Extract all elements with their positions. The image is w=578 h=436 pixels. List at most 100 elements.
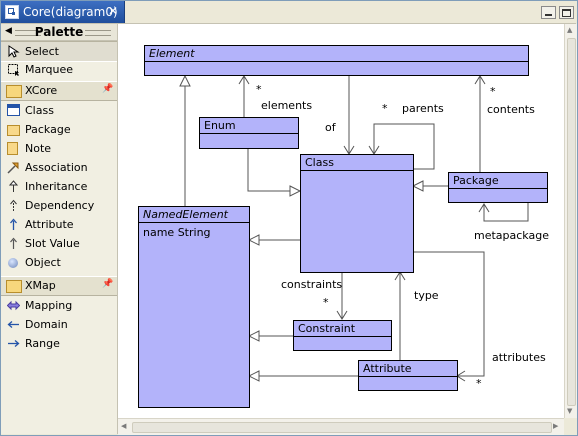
- scroll-right-icon[interactable]: ▶: [553, 422, 558, 430]
- multiplicity-label: *: [323, 296, 329, 309]
- class-header: Class: [301, 155, 413, 171]
- close-icon[interactable]: ✕: [108, 4, 118, 18]
- domain-arrow-icon: [7, 318, 20, 331]
- role-label-type: type: [414, 289, 439, 302]
- item-label: Attribute: [25, 218, 74, 231]
- pin-icon[interactable]: 📌: [102, 84, 113, 94]
- grip-icon: [85, 30, 111, 36]
- drawer-label: XMap: [25, 279, 56, 292]
- item-label: Object: [25, 256, 61, 269]
- role-label-constraints: constraints: [281, 278, 343, 291]
- drawer-label: XCore: [25, 84, 58, 97]
- class-namedelement[interactable]: NamedElement name String: [138, 206, 250, 408]
- pointer-icon: [7, 45, 20, 58]
- palette-item-attribute[interactable]: Attribute: [1, 215, 117, 234]
- folder-icon: [6, 85, 22, 98]
- mapping-icon: [6, 299, 21, 312]
- range-arrow-icon: [7, 337, 20, 350]
- multiplicity-label: *: [476, 377, 482, 390]
- class-constraint[interactable]: Constraint: [293, 320, 392, 351]
- palette-item-note[interactable]: Note: [1, 139, 117, 158]
- tool-select[interactable]: Select: [1, 41, 117, 62]
- item-label: Range: [25, 337, 60, 350]
- scroll-down-icon[interactable]: ▼: [567, 407, 572, 415]
- class-name: Element: [149, 47, 195, 60]
- tab-core-diagram[interactable]: Core(diagram0) ✕: [1, 1, 125, 23]
- palette-item-dependency[interactable]: Dependency: [1, 196, 117, 215]
- tab-label: Core(diagram0): [23, 5, 118, 19]
- horizontal-scrollbar[interactable]: ◀ ▶: [118, 418, 564, 435]
- item-label: Package: [25, 123, 71, 136]
- inheritance-icon: [7, 180, 20, 193]
- palette-item-package[interactable]: Package: [1, 120, 117, 139]
- palette-item-range[interactable]: Range: [1, 334, 117, 353]
- multiplicity-label: *: [256, 83, 262, 96]
- diagram-canvas[interactable]: Element Enum Class Package NamedElement …: [118, 24, 564, 418]
- attribute-name-string[interactable]: name String: [143, 226, 211, 239]
- diagram-icon: [5, 5, 19, 19]
- class-icon: [7, 104, 20, 116]
- marquee-icon: [7, 63, 20, 76]
- minimize-button[interactable]: [541, 6, 556, 19]
- folder-icon: [6, 280, 22, 293]
- role-label-metapackage: metapackage: [474, 229, 549, 242]
- note-icon: [7, 142, 18, 155]
- palette-item-slot-value[interactable]: Slot Value: [1, 234, 117, 253]
- class-name: Constraint: [298, 322, 356, 335]
- palette-item-inheritance[interactable]: Inheritance: [1, 177, 117, 196]
- palette-item-mapping[interactable]: Mapping: [1, 296, 117, 315]
- scroll-up-icon[interactable]: ▲: [567, 26, 572, 34]
- scroll-corner: [564, 418, 576, 434]
- class-name: Package: [453, 174, 499, 187]
- maximize-button[interactable]: [559, 6, 574, 19]
- class-header: Constraint: [294, 321, 391, 337]
- item-label: Dependency: [25, 199, 95, 212]
- palette-item-association[interactable]: Association: [1, 158, 117, 177]
- pin-icon[interactable]: 📌: [102, 279, 113, 289]
- palette-item-domain[interactable]: Domain: [1, 315, 117, 334]
- item-label: Class: [25, 104, 54, 117]
- class-name: Attribute: [363, 362, 412, 375]
- class-class[interactable]: Class: [300, 154, 414, 273]
- class-header: Package: [449, 173, 547, 189]
- slot-value-icon: [7, 237, 20, 250]
- class-enum[interactable]: Enum: [199, 117, 299, 149]
- item-label: Domain: [25, 318, 68, 331]
- class-name: Enum: [204, 119, 236, 132]
- role-label-elements: elements: [261, 99, 313, 112]
- multiplicity-label: *: [382, 102, 388, 115]
- vertical-scroll-thumb[interactable]: [567, 38, 576, 406]
- class-header: Element: [145, 46, 528, 62]
- tool-marquee[interactable]: Marquee: [1, 60, 117, 79]
- inheritance-arrowhead: [179, 74, 191, 87]
- role-label-attributes: attributes: [492, 351, 546, 364]
- association-icon: [7, 161, 20, 174]
- drawer-xmap[interactable]: XMap 📌: [1, 276, 117, 296]
- class-attribute[interactable]: Attribute: [358, 360, 458, 391]
- class-header: Enum: [200, 118, 298, 134]
- role-label-contents: contents: [487, 103, 535, 116]
- palette-item-object[interactable]: Object: [1, 253, 117, 272]
- association-attributes: [413, 251, 485, 377]
- item-label: Note: [25, 142, 52, 155]
- tool-label: Select: [25, 45, 59, 58]
- item-label: Association: [25, 161, 88, 174]
- inheritance-enum-class: [247, 148, 300, 192]
- object-icon: [8, 258, 18, 268]
- palette-item-class[interactable]: Class: [1, 101, 117, 120]
- class-element[interactable]: Element: [144, 45, 529, 76]
- scroll-left-icon[interactable]: ◀: [121, 422, 126, 430]
- class-header: NamedElement: [139, 207, 249, 223]
- vertical-scrollbar[interactable]: ▲ ▼: [564, 24, 577, 418]
- class-package[interactable]: Package: [448, 172, 548, 203]
- role-label-of: of: [325, 121, 336, 134]
- association-metapackage: [483, 202, 529, 222]
- package-icon: [7, 125, 20, 136]
- item-label: Inheritance: [25, 180, 88, 193]
- class-header: Attribute: [359, 361, 457, 377]
- drawer-xcore[interactable]: XCore 📌: [1, 81, 117, 101]
- item-label: Slot Value: [25, 237, 80, 250]
- horizontal-scroll-thumb[interactable]: [132, 422, 552, 433]
- class-name: NamedElement: [143, 208, 228, 221]
- multiplicity-label: *: [490, 85, 496, 98]
